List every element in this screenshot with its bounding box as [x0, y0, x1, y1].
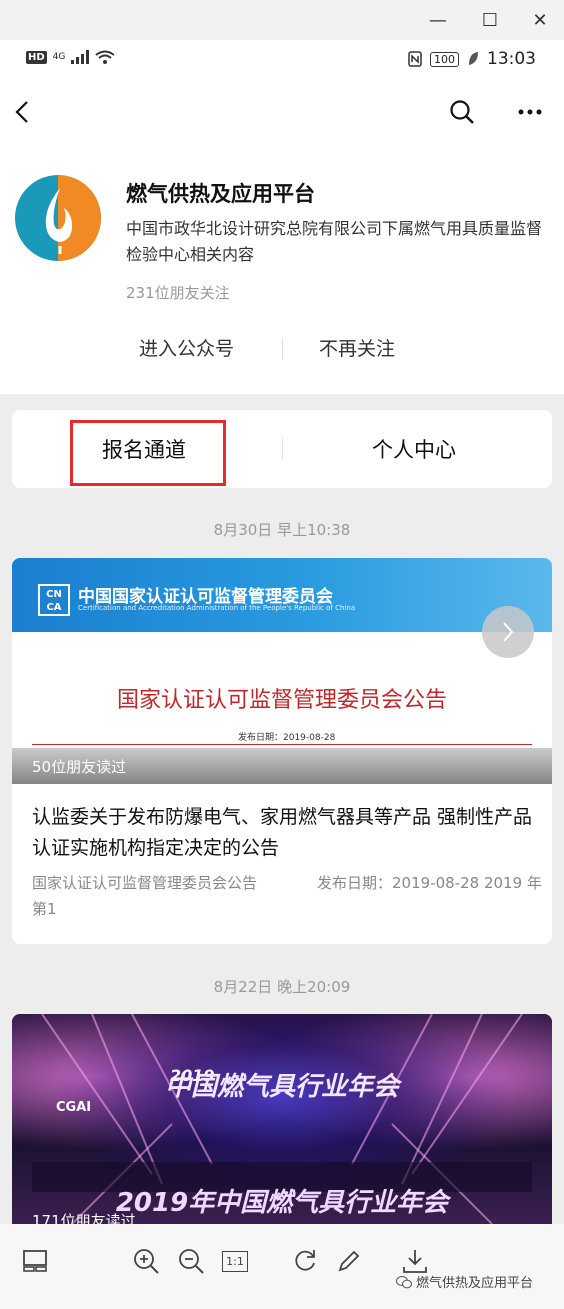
cover-org-name-en: Certification and Accreditation Administ…	[78, 604, 356, 612]
article-card[interactable]: CGAI 2019 中国燃气具行业年会 2019年中国燃气具行业年会 171位朋…	[12, 1014, 552, 1224]
read-count: 171位朋友读过	[32, 1212, 136, 1224]
profile-actions: 进入公众号 不再关注	[0, 328, 564, 368]
search-icon	[450, 100, 474, 124]
maximize-icon: ☐	[481, 9, 499, 31]
edit-button[interactable]	[334, 1246, 364, 1276]
watermark-text: 燃气供热及应用平台	[416, 1276, 534, 1291]
search-button[interactable]	[446, 96, 478, 128]
cover-notice-date: 发布日期：2019-08-28	[238, 733, 336, 743]
layout-icon	[23, 1250, 47, 1272]
rotate-icon	[295, 1250, 315, 1271]
network-type: 4G	[52, 52, 66, 62]
article-title: 认监委关于发布防爆电气、家用燃气器具等产品 强制性产品认证实施机构指定决定的公告	[32, 806, 533, 859]
zoom-out-icon	[179, 1249, 204, 1274]
unfollow-button[interactable]: 不再关注	[319, 334, 395, 361]
menu-item-personal-center[interactable]: 个人中心	[372, 434, 456, 464]
article-cover: CN CA 中国国家认证认可监督管理委员会 Certification and …	[12, 558, 552, 784]
cover-divider	[32, 744, 532, 745]
top-nav	[0, 82, 564, 142]
back-button[interactable]	[6, 96, 38, 128]
close-icon: ✕	[532, 9, 548, 31]
layout-button[interactable]	[20, 1246, 50, 1276]
article-cover: CGAI 2019 中国燃气具行业年会 2019年中国燃气具行业年会 171位朋…	[12, 1014, 552, 1224]
highlight-annotation	[70, 420, 226, 486]
hd-badge: HD	[26, 50, 47, 64]
minimize-button[interactable]: —	[426, 8, 450, 32]
next-button[interactable]	[482, 606, 534, 658]
more-button[interactable]	[514, 96, 546, 128]
window-titlebar: — ☐ ✕	[0, 0, 564, 40]
status-bar: HD 4G 100 13:03	[0, 40, 564, 82]
minimize-icon: —	[429, 9, 447, 31]
wifi-icon	[95, 50, 115, 64]
account-name: 燃气供热及应用平台	[126, 182, 315, 206]
zoom-in-button[interactable]	[131, 1246, 161, 1276]
close-button[interactable]: ✕	[528, 8, 552, 32]
battery-indicator: 100	[430, 51, 459, 67]
zoom-in-icon	[134, 1249, 159, 1274]
menu-divider	[282, 438, 283, 460]
article-excerpt: 国家认证认可监督管理委员会公告 发布日期：2019-08-28 2019 年第1	[32, 874, 542, 918]
rotate-button[interactable]	[290, 1246, 320, 1276]
viewer-toolbar: 1:1 燃气供热及应用平台	[0, 1224, 564, 1309]
cnca-logo: CN CA	[38, 584, 70, 616]
enter-account-button[interactable]: 进入公众号	[139, 334, 234, 361]
message-timestamp: 8月30日 早上10:38	[213, 521, 351, 539]
signal-icon	[71, 50, 90, 64]
account-logo-icon	[15, 175, 101, 261]
follower-count: 231位朋友关注	[126, 284, 230, 302]
download-icon	[403, 1250, 427, 1273]
chevron-left-icon	[15, 101, 28, 123]
leaf-icon	[469, 52, 478, 65]
wechat-icon	[396, 1275, 412, 1288]
nfc-icon	[408, 51, 422, 67]
account-profile: 燃气供热及应用平台 中国市政华北设计研究总院有限公司下属燃气用具质量监督检验中心…	[0, 142, 564, 394]
message-timestamp: 8月22日 晚上20:09	[213, 978, 351, 996]
more-icon	[518, 109, 542, 115]
article-card[interactable]: CN CA 中国国家认证认可监督管理委员会 Certification and …	[12, 558, 552, 944]
actual-size-button[interactable]: 1:1	[220, 1246, 250, 1276]
account-description: 中国市政华北设计研究总院有限公司下属燃气用具质量监督检验中心相关内容	[126, 219, 543, 264]
chevron-right-icon	[503, 622, 514, 642]
action-divider	[282, 338, 283, 360]
zoom-out-button[interactable]	[176, 1246, 206, 1276]
actual-size-icon: 1:1	[222, 1250, 248, 1272]
cover-script-title: 中国燃气具行业年会	[164, 1072, 399, 1102]
cover-notice-title: 国家认证认可监督管理委员会公告	[116, 688, 447, 713]
watermark: 燃气供热及应用平台	[396, 1272, 533, 1291]
cover-banner: CN CA 中国国家认证认可监督管理委员会 Certification and …	[12, 558, 552, 632]
edit-icon	[338, 1250, 360, 1272]
read-overlay: 50位朋友读过	[12, 748, 552, 784]
read-count: 50位朋友读过	[32, 758, 127, 776]
maximize-button[interactable]: ☐	[478, 8, 502, 32]
status-time: 13:03	[487, 49, 536, 69]
